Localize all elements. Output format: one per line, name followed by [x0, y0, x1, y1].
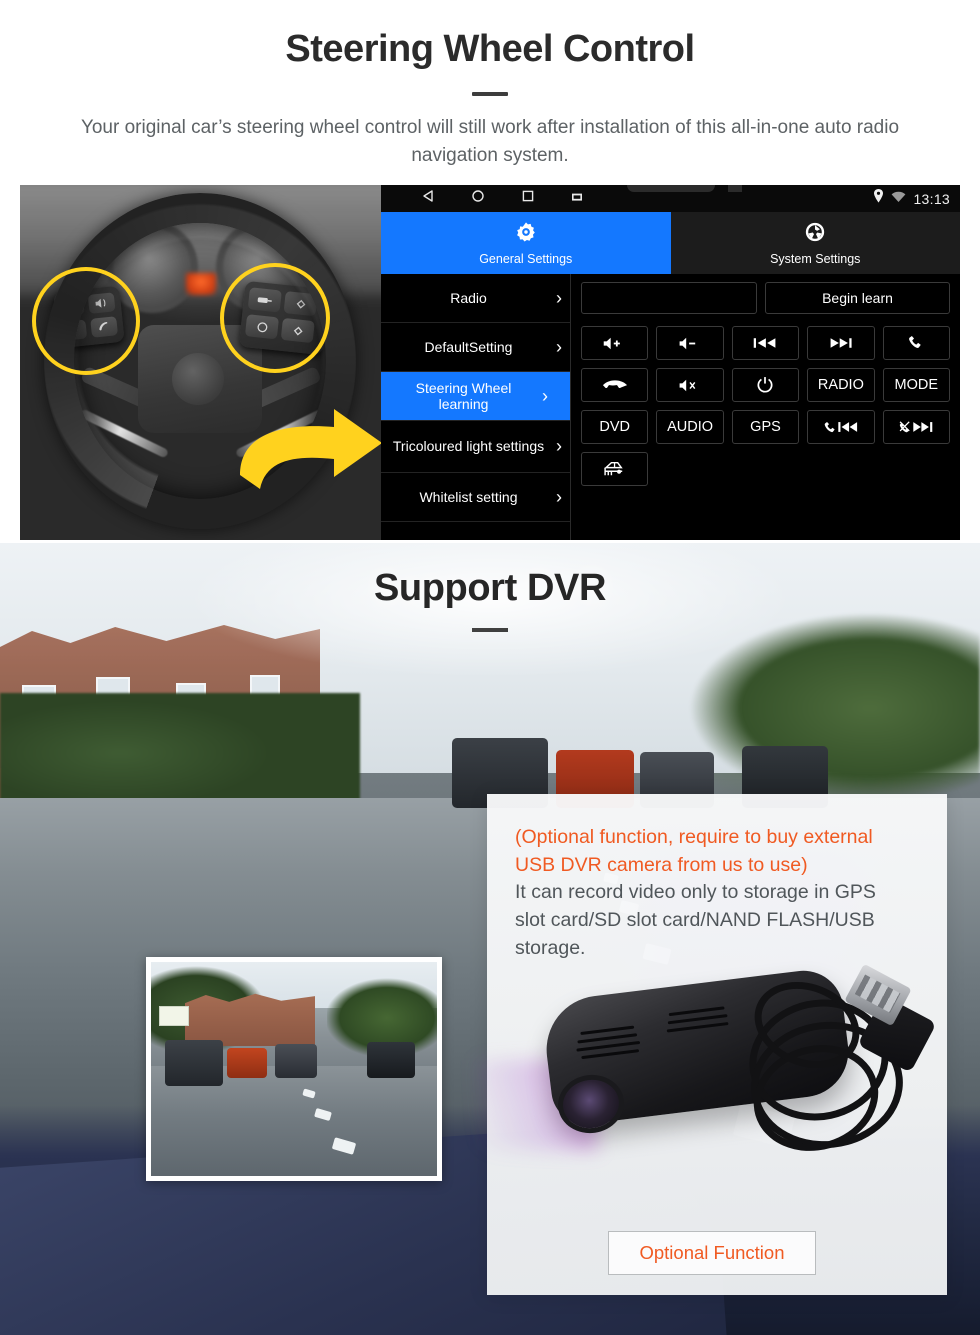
thumbnail-image: [151, 962, 437, 1176]
dvr-info-card: (Optional function, require to buy exter…: [477, 794, 947, 1295]
android-status-bar: 13:13: [381, 185, 960, 212]
thumbnail-lane-marking: [331, 1137, 357, 1155]
learning-panel: Begin learn RADIO MODE DVD AUDIO GPS: [571, 274, 960, 540]
usb-dvr-camera-image: [477, 954, 947, 1224]
chevron-right-icon: ›: [542, 385, 548, 406]
back-icon[interactable]: [421, 189, 435, 208]
location-pin-icon: [873, 189, 884, 208]
highlight-circle-right: [220, 263, 330, 373]
key-volume-up[interactable]: [581, 326, 649, 360]
menu-item-steering-wheel-learning-label: Steering Wheel learning: [415, 379, 512, 412]
menu-item-tricoloured-light-settings[interactable]: Tricoloured light settings ›: [381, 421, 570, 473]
status-notch-small: [728, 185, 743, 192]
menu-item-default-setting-label: DefaultSetting: [424, 338, 513, 355]
function-key-grid: RADIO MODE DVD AUDIO GPS: [581, 326, 950, 486]
section-title: Support DVR: [373, 567, 607, 609]
dvr-section-header: Support DVR: [0, 567, 980, 632]
key-hangup-call[interactable]: [581, 368, 649, 402]
menu-item-steering-wheel-learning[interactable]: Steering Wheel learning ›: [381, 372, 570, 421]
highlight-circle-left: [32, 267, 140, 375]
chevron-right-icon: ›: [556, 336, 562, 357]
steering-wheel-photo: + −: [20, 185, 381, 540]
thumbnail-road-sign: [159, 1006, 189, 1026]
settings-tabs: General Settings System Settings: [381, 212, 960, 274]
key-call-previous[interactable]: [807, 410, 875, 444]
recents-icon[interactable]: [521, 189, 535, 208]
key-previous[interactable]: [731, 326, 800, 360]
page-subtitle: Your original car’s steering wheel contr…: [80, 116, 900, 167]
chevron-right-icon: ›: [556, 287, 562, 308]
key-answer-call[interactable]: [882, 326, 950, 360]
key-volume-down[interactable]: [656, 326, 724, 360]
chevron-right-icon: ›: [556, 486, 562, 507]
head-unit-screen: 13:13 General Settings System Settings R…: [381, 185, 960, 540]
menu-item-whitelist-setting-label: Whitelist setting: [419, 488, 518, 505]
steering-wheel-media-band: + − 13:13 General Settings System Settin…: [20, 185, 960, 540]
menu-item-whitelist-setting[interactable]: Whitelist setting ›: [381, 473, 570, 522]
status-clock: 13:13: [913, 190, 950, 207]
status-notch: [626, 185, 715, 192]
key-mute[interactable]: [656, 368, 724, 402]
vent-line: [666, 1022, 729, 1033]
title-divider: [472, 91, 508, 96]
dvr-video-thumbnail: [146, 957, 442, 1181]
dvr-body-line-2: slot card/SD slot card/NAND FLASH/USB: [515, 909, 875, 932]
optional-function-button[interactable]: Optional Function: [608, 1231, 816, 1275]
thumbnail-vehicle: [275, 1044, 317, 1078]
learn-readout-field[interactable]: [581, 282, 757, 314]
thumbnail-lane-marking: [302, 1088, 316, 1099]
dvr-body-line-1: It can record video only to storage in G…: [515, 881, 876, 904]
thumbnail-vehicle: [367, 1042, 415, 1078]
thumbnail-road: [151, 1040, 437, 1176]
key-gps[interactable]: GPS: [731, 410, 800, 444]
menu-item-default-setting[interactable]: DefaultSetting ›: [381, 323, 570, 372]
dvr-highlight-line-1: (Optional function, require to buy exter…: [515, 826, 873, 848]
vent-line: [581, 1049, 640, 1060]
thumbnail-vehicle: [227, 1048, 267, 1078]
title-divider: [472, 628, 508, 632]
tab-system-settings[interactable]: System Settings: [670, 212, 960, 274]
yellow-arrow-icon: [240, 409, 381, 489]
wifi-icon: [891, 190, 906, 208]
aperture-icon: [804, 221, 826, 248]
menu-item-radio-label: Radio: [450, 289, 487, 306]
settings-body: Radio › DefaultSetting › Steering Wheel …: [381, 274, 960, 540]
key-dvd[interactable]: DVD: [581, 410, 649, 444]
key-mode[interactable]: MODE: [882, 368, 950, 402]
page-title: Steering Wheel Control: [285, 28, 695, 70]
thumbnail-vehicle: [165, 1040, 223, 1086]
key-audio[interactable]: AUDIO: [656, 410, 724, 444]
begin-learn-button[interactable]: Begin learn: [765, 282, 950, 314]
menu-item-tricoloured-light-settings-label: Tricoloured light settings: [392, 438, 545, 455]
key-car[interactable]: [581, 452, 649, 486]
key-reject-next[interactable]: [882, 410, 950, 444]
product-feature-page: Steering Wheel Control Your original car…: [0, 0, 980, 1335]
tab-general-settings[interactable]: General Settings: [381, 212, 671, 274]
screenshot-icon[interactable]: [571, 190, 583, 208]
home-icon[interactable]: [471, 189, 485, 208]
chevron-right-icon: ›: [556, 436, 562, 456]
menu-item-radio[interactable]: Radio ›: [381, 274, 570, 323]
tab-system-settings-label: System Settings: [770, 251, 861, 266]
steering-wheel-section-header: Steering Wheel Control Your original car…: [0, 0, 980, 171]
learning-top-row: Begin learn: [581, 282, 950, 314]
key-power[interactable]: [731, 368, 800, 402]
key-next[interactable]: [807, 326, 875, 360]
tab-general-settings-label: General Settings: [479, 251, 573, 266]
key-radio[interactable]: RADIO: [807, 368, 875, 402]
settings-menu-list: Radio › DefaultSetting › Steering Wheel …: [381, 274, 571, 540]
dvr-highlight-line-2: USB DVR camera from us to use): [515, 853, 808, 876]
gear-icon: [515, 221, 537, 248]
thumbnail-lane-marking: [314, 1107, 332, 1122]
